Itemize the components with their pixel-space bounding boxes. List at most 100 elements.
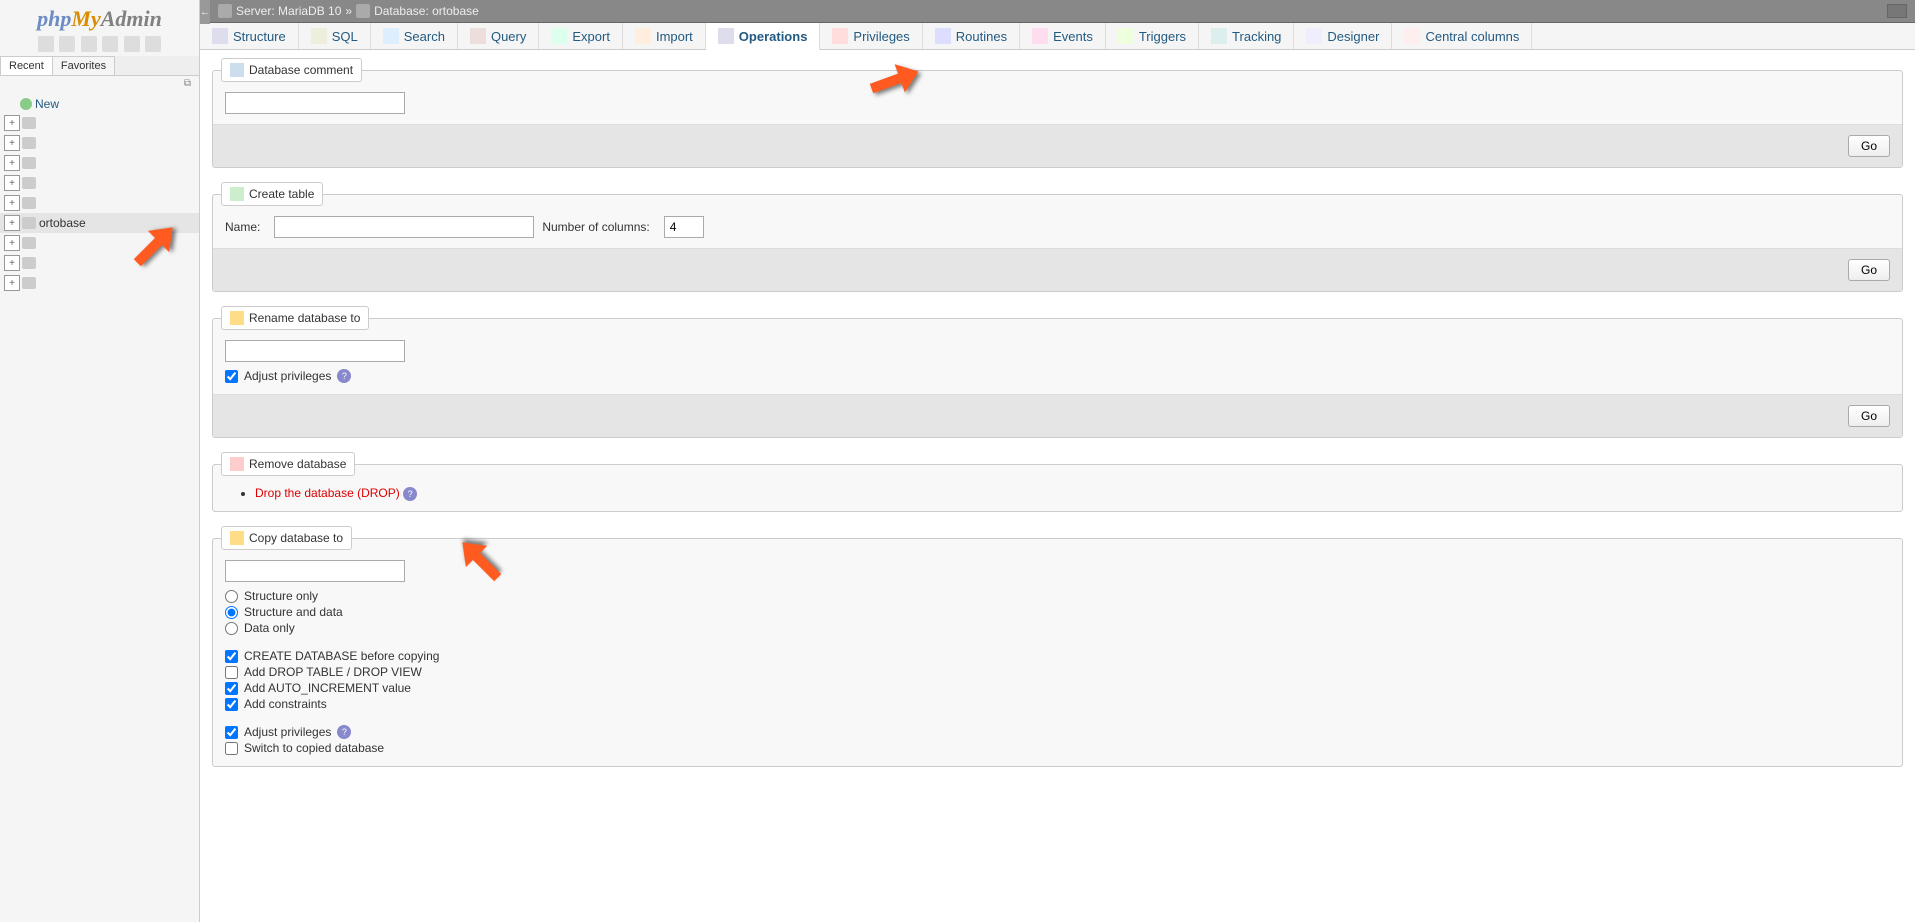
chk-adjust-privileges-copy[interactable] <box>225 726 238 739</box>
database-icon <box>22 237 36 249</box>
section-remove-db: Remove database Drop the database (DROP)… <box>212 452 1903 512</box>
database-icon <box>22 217 36 229</box>
expand-icon[interactable]: + <box>4 235 20 251</box>
privileges-icon <box>832 28 848 44</box>
tab-central[interactable]: Central columns <box>1392 23 1532 49</box>
sql-icon[interactable] <box>102 36 118 52</box>
central-icon <box>1404 28 1420 44</box>
collapse-sidebar[interactable]: ← <box>200 0 210 24</box>
num-columns-input[interactable] <box>664 216 704 238</box>
tab-operations[interactable]: Operations <box>706 23 821 50</box>
reload-icon[interactable] <box>124 36 140 52</box>
tab-search[interactable]: Search <box>371 23 458 49</box>
main-tabs: StructureSQLSearchQueryExportImportOpera… <box>200 23 1915 50</box>
pencil-icon <box>230 311 244 325</box>
table-name-input[interactable] <box>274 216 534 238</box>
tab-structure[interactable]: Structure <box>200 23 299 49</box>
go-button-comment[interactable]: Go <box>1848 135 1890 157</box>
tab-designer[interactable]: Designer <box>1294 23 1392 49</box>
settings-icon[interactable] <box>145 36 161 52</box>
radio-data-only[interactable] <box>225 622 238 635</box>
tree-db-item[interactable]: + <box>0 233 199 253</box>
comment-icon <box>230 63 244 77</box>
tab-import[interactable]: Import <box>623 23 706 49</box>
expand-icon[interactable]: + <box>4 135 20 151</box>
tree-db-item[interactable]: + <box>0 193 199 213</box>
chk-create-db[interactable] <box>225 650 238 663</box>
help-icon[interactable]: ? <box>337 369 351 383</box>
legend-copy-db: Copy database to <box>221 526 352 550</box>
chk-switch-db[interactable] <box>225 742 238 755</box>
copy-db-input[interactable] <box>225 560 405 582</box>
expand-icon[interactable]: + <box>4 115 20 131</box>
name-label: Name: <box>225 220 260 234</box>
logo[interactable]: phpMyAdmin <box>0 0 199 34</box>
sql-icon <box>311 28 327 44</box>
tab-sql[interactable]: SQL <box>299 23 371 49</box>
expand-icon[interactable]: + <box>4 195 20 211</box>
help-icon[interactable]: ? <box>337 725 351 739</box>
go-button-create[interactable]: Go <box>1848 259 1890 281</box>
collapse-top-icon[interactable] <box>1887 4 1907 18</box>
search-icon <box>383 28 399 44</box>
db-comment-input[interactable] <box>225 92 405 114</box>
structure-icon <box>212 28 228 44</box>
breadcrumb-database[interactable]: Database: ortobase <box>374 4 479 18</box>
radio-structure-data[interactable] <box>225 606 238 619</box>
radio-structure-only[interactable] <box>225 590 238 603</box>
section-create-table: Create table Name: Number of columns: Go <box>212 182 1903 292</box>
expand-icon[interactable]: + <box>4 215 20 231</box>
adjust-privileges-checkbox[interactable] <box>225 370 238 383</box>
link-icon[interactable]: ⧉ <box>0 76 199 91</box>
tab-recent[interactable]: Recent <box>0 56 53 75</box>
rename-input[interactable] <box>225 340 405 362</box>
query-icon <box>470 28 486 44</box>
cols-label: Number of columns: <box>542 220 649 234</box>
routines-icon <box>935 28 951 44</box>
import-icon <box>635 28 651 44</box>
chk-drop-table[interactable] <box>225 666 238 679</box>
tree-db-item[interactable]: + <box>0 273 199 293</box>
database-icon <box>22 137 36 149</box>
home-icon[interactable] <box>38 36 54 52</box>
go-button-rename[interactable]: Go <box>1848 405 1890 427</box>
server-icon <box>218 4 232 18</box>
tree-new[interactable]: New <box>0 95 199 113</box>
expand-icon[interactable]: + <box>4 175 20 191</box>
tab-export[interactable]: Export <box>539 23 623 49</box>
tree-db-item[interactable]: + <box>0 253 199 273</box>
tracking-icon <box>1211 28 1227 44</box>
tree-db-selected[interactable]: +ortobase <box>0 213 199 233</box>
database-icon <box>22 277 36 289</box>
help-icon[interactable]: ? <box>403 487 417 501</box>
sidebar-toolbar <box>0 34 199 56</box>
tab-tracking[interactable]: Tracking <box>1199 23 1294 49</box>
expand-icon[interactable]: + <box>4 255 20 271</box>
tree-db-item[interactable]: + <box>0 173 199 193</box>
logout-icon[interactable] <box>59 36 75 52</box>
tree-db-item[interactable]: + <box>0 113 199 133</box>
breadcrumb-server[interactable]: Server: MariaDB 10 <box>236 4 341 18</box>
tab-routines[interactable]: Routines <box>923 23 1020 49</box>
tree-db-item[interactable]: + <box>0 153 199 173</box>
docs-icon[interactable] <box>81 36 97 52</box>
content: Database comment Go Create table Name: N… <box>200 50 1915 922</box>
export-icon <box>551 28 567 44</box>
expand-icon[interactable]: + <box>4 155 20 171</box>
sidebar-tabs: Recent Favorites <box>0 56 199 76</box>
tab-query[interactable]: Query <box>458 23 539 49</box>
chk-auto-increment[interactable] <box>225 682 238 695</box>
tab-privileges[interactable]: Privileges <box>820 23 922 49</box>
tab-triggers[interactable]: Triggers <box>1106 23 1199 49</box>
database-icon <box>22 257 36 269</box>
legend-create-table: Create table <box>221 182 323 206</box>
tab-favorites[interactable]: Favorites <box>52 56 115 75</box>
tab-events[interactable]: Events <box>1020 23 1106 49</box>
tree-db-item[interactable]: + <box>0 133 199 153</box>
chk-constraints[interactable] <box>225 698 238 711</box>
legend-db-comment: Database comment <box>221 58 362 82</box>
main: ← Server: MariaDB 10 » Database: ortobas… <box>200 0 1915 922</box>
drop-database-link[interactable]: Drop the database (DROP) <box>255 486 400 500</box>
expand-icon[interactable]: + <box>4 275 20 291</box>
section-db-comment: Database comment Go <box>212 58 1903 168</box>
